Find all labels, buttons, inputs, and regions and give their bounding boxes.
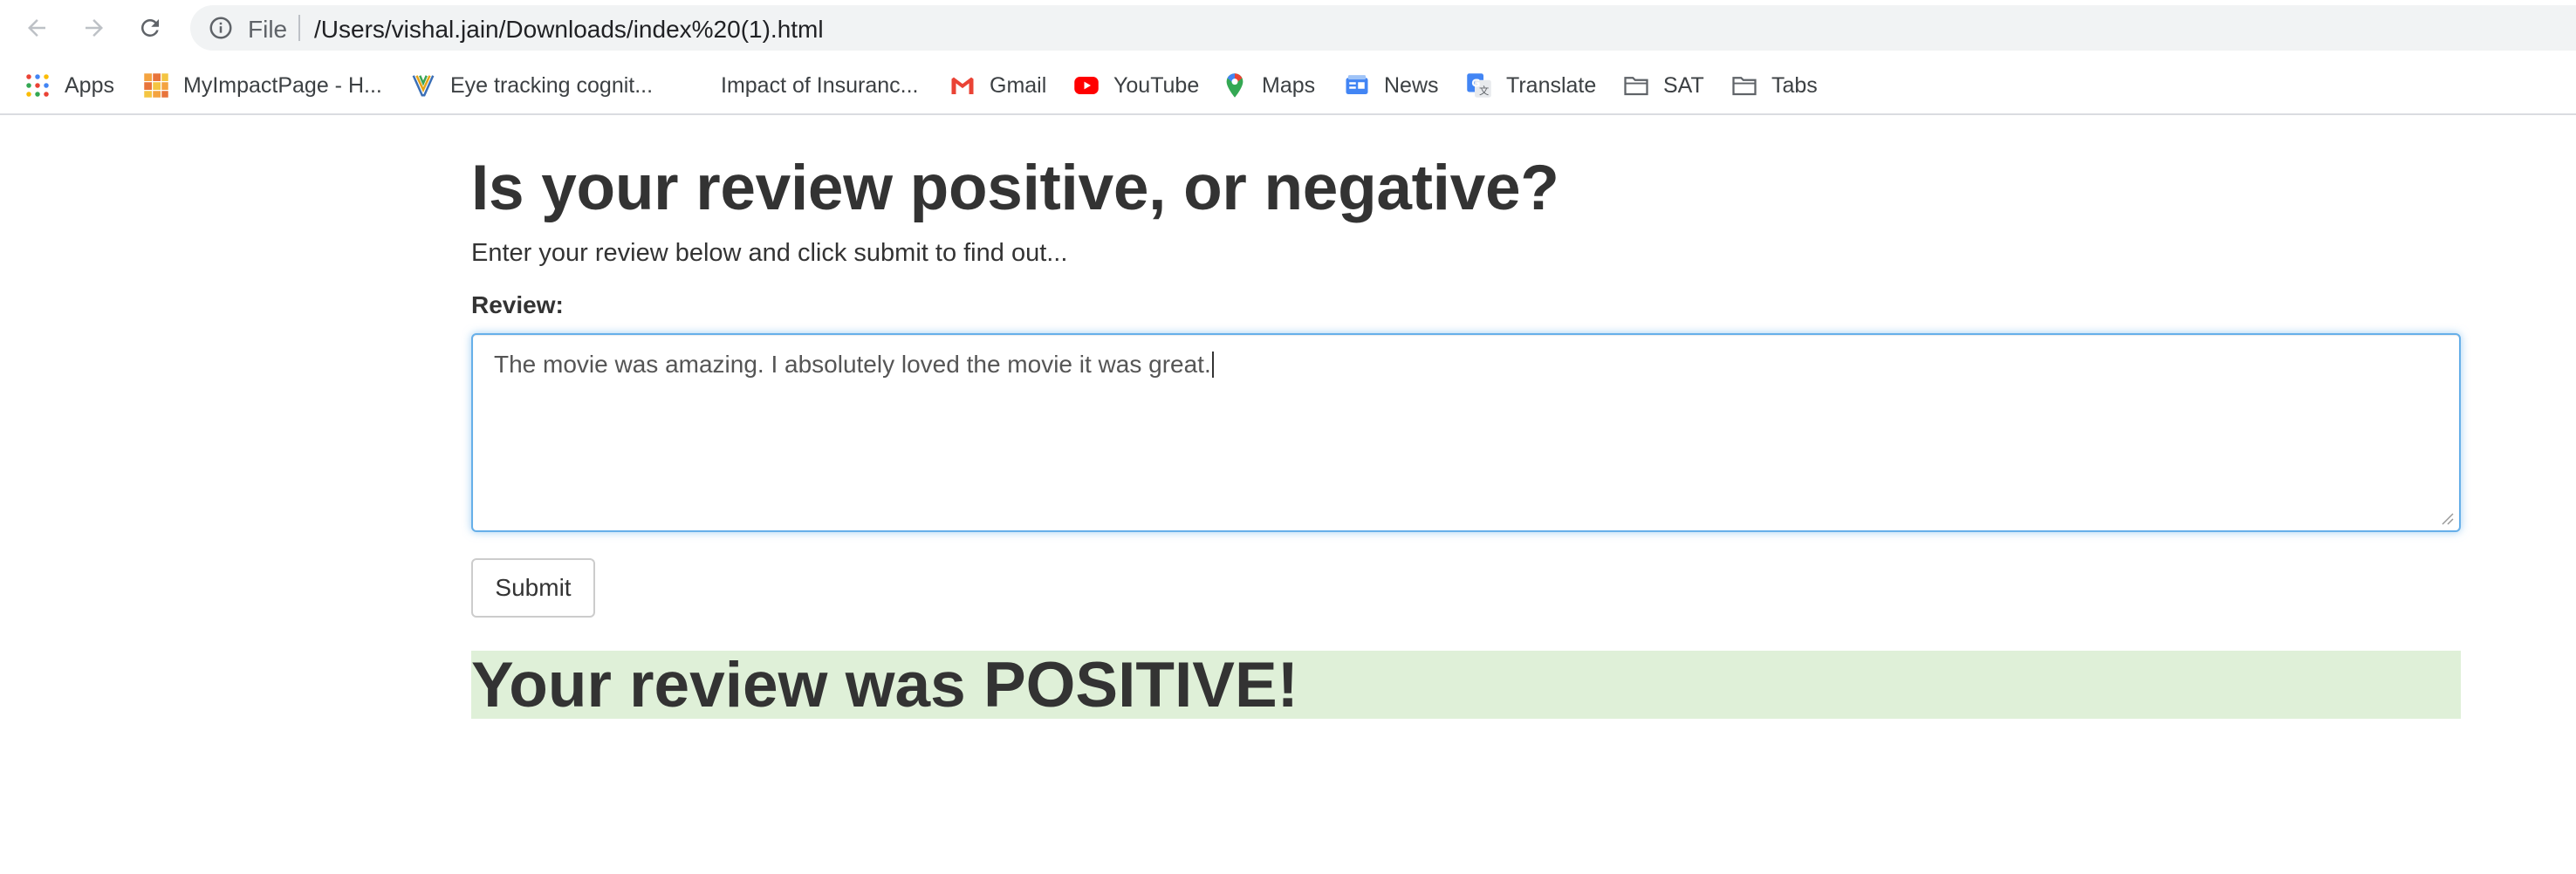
bookmark-gmail[interactable]: Gmail <box>949 66 1046 105</box>
reload-button[interactable] <box>131 9 169 47</box>
bookmark-label: Impact of Insuranc... <box>721 72 919 98</box>
review-textarea[interactable]: The movie was amazing. I absolutely love… <box>471 333 2461 532</box>
bookmark-label: News <box>1384 72 1439 98</box>
myimpactpage-icon <box>144 73 168 98</box>
result-banner: Your review was POSITIVE! <box>471 650 2461 720</box>
youtube-icon <box>1074 77 1099 94</box>
review-label: Review: <box>471 291 564 318</box>
info-icon[interactable] <box>208 15 234 41</box>
forward-button[interactable] <box>75 9 113 47</box>
maps-pin-icon <box>1226 73 1243 98</box>
bookmark-label: Tabs <box>1771 72 1818 98</box>
back-arrow-icon <box>28 19 45 37</box>
bookmark-eye-tracking[interactable]: Eye tracking cognit... <box>410 66 653 105</box>
gmail-icon <box>951 77 974 94</box>
bookmark-news[interactable]: News <box>1344 66 1439 105</box>
forward-arrow-icon <box>86 19 103 37</box>
blank-page-icon <box>681 72 707 99</box>
review-text: The movie was amazing. I absolutely love… <box>494 351 1211 378</box>
bookmark-label: Apps <box>65 72 114 98</box>
news-icon <box>1346 75 1368 94</box>
bookmark-apps[interactable]: Apps <box>24 66 114 105</box>
bookmark-label: MyImpactPage - H... <box>183 72 382 98</box>
back-button[interactable] <box>17 9 56 47</box>
bookmark-folder-tabs[interactable]: Tabs <box>1731 66 1818 105</box>
intro-text: Enter your review below and click submit… <box>471 239 1068 267</box>
bookmark-myimpactpage[interactable]: MyImpactPage - H... <box>143 66 382 105</box>
text-caret <box>1211 352 1214 378</box>
url-scheme-label: File <box>248 16 288 43</box>
page-title: Is your review positive, or negative? <box>471 153 1559 223</box>
submit-button[interactable]: Submit <box>471 558 595 618</box>
bookmark-maps[interactable]: Maps <box>1222 66 1315 105</box>
folder-icon <box>1732 77 1757 96</box>
reload-icon <box>140 18 159 37</box>
omnibox-divider <box>298 15 300 41</box>
bookmarks-bar: Apps MyImpactPage - H... Eye tracking co… <box>0 56 2576 115</box>
bookmark-label: Maps <box>1262 72 1316 98</box>
bookmark-translate[interactable]: G 文 Translate <box>1466 66 1596 105</box>
url-text[interactable]: /Users/vishal.jain/Downloads/index%20(1)… <box>314 16 824 44</box>
eye-tracking-icon <box>412 75 435 97</box>
bookmark-label: Eye tracking cognit... <box>450 72 654 98</box>
bookmark-label: Gmail <box>990 72 1047 98</box>
browser-toolbar: File /Users/vishal.jain/Downloads/index%… <box>0 0 2576 56</box>
address-bar[interactable]: File /Users/vishal.jain/Downloads/index%… <box>190 5 2576 51</box>
bookmark-label: Translate <box>1506 72 1597 98</box>
bookmark-folder-sat[interactable]: SAT <box>1623 66 1704 105</box>
folder-icon <box>1624 77 1648 96</box>
svg-text:文: 文 <box>1479 85 1489 97</box>
apps-grid-icon <box>26 74 49 97</box>
resize-grip-icon[interactable] <box>2438 509 2454 525</box>
bookmark-impact-of-insurance[interactable]: Impact of Insuranc... <box>681 66 919 105</box>
translate-icon: G 文 <box>1467 73 1491 98</box>
bookmark-youtube[interactable]: YouTube <box>1073 66 1199 105</box>
bookmark-label: YouTube <box>1113 72 1200 98</box>
bookmark-label: SAT <box>1663 72 1704 98</box>
